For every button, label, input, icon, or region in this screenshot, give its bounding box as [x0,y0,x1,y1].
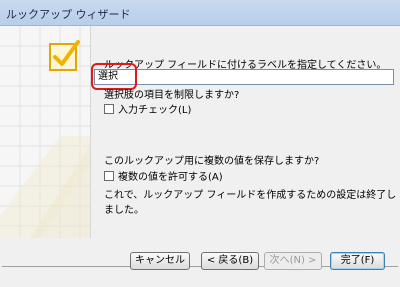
input-check-label: 入力チェック(L) [118,105,192,116]
wizard-illustration [0,26,91,238]
label-input[interactable]: 選択 [94,69,394,85]
lookup-wizard-window: ルックアップ ウィザード ルックアップ フィールドに付けるラベルを指定してくださ… [0,0,400,287]
allow-multiple-row[interactable]: 複数の値を許可する(A) [104,168,223,183]
restrict-question: 選択肢の項目を制限しますか? [104,90,240,101]
input-check-checkbox[interactable] [104,103,114,114]
next-button[interactable]: 次へ(N) > [264,252,322,270]
wizard-body: ルックアップ フィールドに付けるラベルを指定してください。 選択 選択肢の項目を… [0,26,400,287]
finish-button[interactable]: 完了(F) [330,252,385,270]
allow-multiple-checkbox[interactable] [104,170,114,181]
allow-multiple-label: 複数の値を許可する(A) [118,172,223,183]
finish-message: これで、ルックアップ フィールドを作成するための設定は終了しました。 [104,190,397,216]
cancel-button[interactable]: キャンセル [130,252,190,270]
input-check-row[interactable]: 入力チェック(L) [104,101,191,116]
multi-value-question: このルックアップ用に複数の値を保存しますか? [104,156,320,167]
back-button[interactable]: < 戻る(B) [201,252,259,270]
checkmark-icon [49,40,80,71]
window-title: ルックアップ ウィザード [6,8,131,21]
title-bar[interactable]: ルックアップ ウィザード [0,0,400,26]
